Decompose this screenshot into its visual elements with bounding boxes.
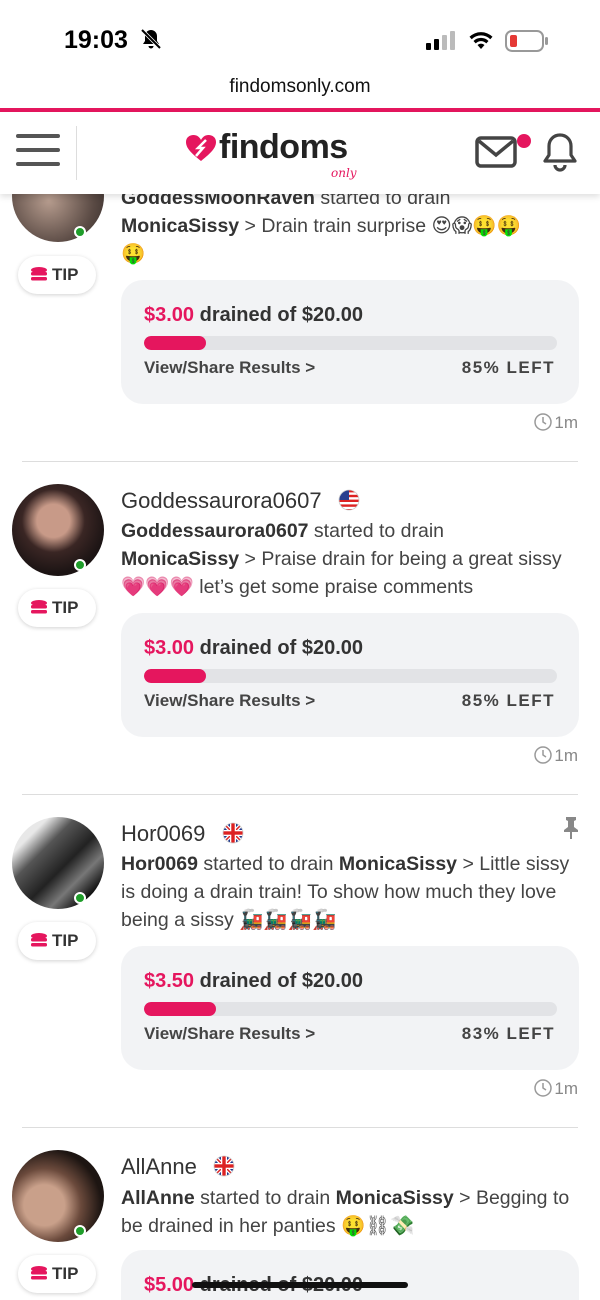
tip-label: TIP — [52, 598, 79, 617]
timestamp: 1m — [534, 746, 578, 766]
site-header: findoms only — [0, 112, 600, 194]
post-target-link[interactable]: MonicaSissy — [121, 215, 239, 237]
post-username[interactable]: AllAnne — [121, 1154, 235, 1180]
online-indicator — [74, 892, 86, 904]
drain-amount: $3.00 drained of $20.00 — [144, 637, 364, 659]
tip-label: TIP — [52, 265, 79, 284]
post-username[interactable]: Goddessaurora0607 — [121, 488, 360, 514]
coins-icon — [31, 600, 47, 614]
wifi-icon — [469, 32, 493, 49]
avatar[interactable] — [12, 484, 104, 576]
post-text: Hor0069 started to drain MonicaSissy > L… — [121, 853, 570, 931]
pin-icon[interactable] — [562, 816, 580, 840]
post-text: Goddessaurora0607 started to drain Monic… — [121, 520, 562, 598]
coins-icon — [31, 1266, 47, 1280]
clock-icon — [534, 413, 553, 431]
post-divider — [22, 1127, 578, 1128]
post-target-link[interactable]: MonicaSissy — [121, 548, 239, 570]
drain-card: $3.00 drained of $20.00 View/Share Resul… — [121, 613, 579, 737]
post-target-link[interactable]: MonicaSissy — [336, 1187, 454, 1209]
clock-icon — [534, 1079, 553, 1097]
post-author-link[interactable]: Goddessaurora0607 — [121, 520, 309, 542]
tip-label: TIP — [52, 1264, 79, 1283]
status-time: 19:03 — [64, 26, 128, 54]
uk-flag-icon — [222, 822, 243, 844]
site-logo[interactable]: findoms only — [185, 128, 375, 184]
coins-icon — [31, 267, 47, 281]
tip-button[interactable]: TIP — [18, 589, 96, 627]
drain-progress-bar — [144, 336, 557, 350]
tip-label: TIP — [52, 931, 79, 950]
post-username[interactable]: Hor0069 — [121, 821, 244, 847]
percent-left: 85% LEFT — [461, 358, 555, 377]
tip-button[interactable]: TIP — [18, 256, 96, 294]
heart-logo-icon — [186, 135, 216, 161]
post-target-link[interactable]: MonicaSissy — [339, 853, 457, 875]
view-results-link[interactable]: View/Share Results > — [144, 358, 315, 378]
tip-button[interactable]: TIP — [18, 922, 96, 960]
drain-card: $3.00 drained of $20.00 View/Share Resul… — [121, 280, 579, 404]
view-results-link[interactable]: View/Share Results > — [144, 1024, 315, 1044]
battery-icon — [505, 30, 548, 52]
drain-card: $5.00 drained of $20.00 — [121, 1250, 579, 1300]
bell-muted-icon — [140, 28, 162, 50]
online-indicator — [74, 226, 86, 238]
avatar[interactable] — [12, 817, 104, 909]
view-results-link[interactable]: View/Share Results > — [144, 691, 315, 711]
drain-progress-bar — [144, 1002, 557, 1016]
hamburger-menu-icon[interactable] — [16, 134, 60, 170]
coins-icon — [31, 933, 47, 947]
drain-progress-bar — [144, 669, 557, 683]
cell-signal-icon — [426, 31, 455, 50]
tip-button[interactable]: TIP — [18, 1255, 96, 1293]
status-bar: 19:03 — [0, 0, 600, 72]
uk-flag-icon — [213, 1155, 235, 1177]
drain-card: $3.50 drained of $20.00 View/Share Resul… — [121, 946, 579, 1070]
header-divider — [76, 126, 77, 180]
percent-left: 83% LEFT — [461, 1024, 555, 1043]
us-flag-icon — [338, 489, 360, 511]
url-bar[interactable]: findomsonly.com — [0, 76, 600, 98]
post-author-link[interactable]: AllAnne — [121, 1187, 195, 1209]
post-text: GoddessMoonRaven started to drain Monica… — [121, 187, 521, 265]
logo-wordmark: findoms — [219, 128, 348, 166]
online-indicator — [74, 559, 86, 571]
avatar[interactable] — [12, 1150, 104, 1242]
post-divider — [22, 794, 578, 795]
post-author-link[interactable]: Hor0069 — [121, 853, 198, 875]
post-text: AllAnne started to drain MonicaSissy > B… — [121, 1187, 570, 1237]
unread-dot — [517, 134, 531, 148]
timestamp: 1m — [534, 1079, 578, 1099]
drain-amount: $3.50 drained of $20.00 — [144, 970, 364, 992]
percent-left: 85% LEFT — [461, 691, 555, 710]
clock-icon — [534, 746, 553, 764]
post-divider — [22, 461, 578, 462]
drain-amount: $3.00 drained of $20.00 — [144, 304, 364, 326]
timestamp: 1m — [534, 413, 578, 433]
home-indicator[interactable] — [192, 1282, 408, 1288]
mail-icon[interactable] — [475, 136, 517, 168]
online-indicator — [74, 1225, 86, 1237]
notification-bell-icon[interactable] — [541, 132, 579, 172]
logo-tagline: only — [331, 166, 357, 180]
